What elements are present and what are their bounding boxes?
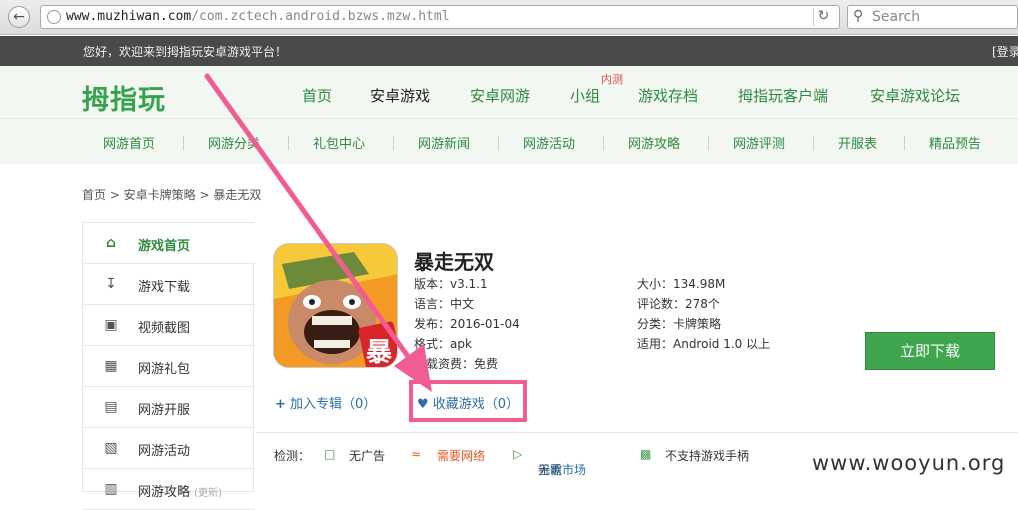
hot-badge: 内测 bbox=[601, 73, 623, 86]
site-logo[interactable]: 拇指玩 bbox=[82, 78, 166, 117]
browser-toolbar: ← www.muzhiwan.com/com.zctech.android.bz… bbox=[0, 0, 1018, 35]
sidebar-item-home[interactable]: ⌂ 游戏首页 bbox=[83, 223, 255, 264]
check-label: 检测： bbox=[274, 449, 311, 463]
play-icon: ▷ bbox=[513, 447, 523, 461]
game-fee: 下载资费：免费 bbox=[414, 357, 499, 371]
sidebar-item-download[interactable]: ↧ 游戏下载 bbox=[83, 264, 255, 305]
subnav-item[interactable]: 网游活动 bbox=[523, 133, 575, 152]
needs-network-text: 需要网络 bbox=[437, 449, 486, 463]
site-header: 拇指玩 首页 安卓游戏 安卓网游 小组 游戏存档 拇指玩客户端 安卓游戏论坛 bbox=[0, 66, 1018, 118]
watermark: www.wooyun.org bbox=[812, 451, 1006, 475]
url-text: www.muzhiwan.com/com.zctech.android.bzws… bbox=[66, 9, 450, 24]
google-market-link[interactable]: 谷歌市场 bbox=[538, 461, 586, 478]
game-format: 格式：apk bbox=[414, 337, 472, 351]
download-icon: ↧ bbox=[105, 276, 117, 292]
search-icon: ⚲ bbox=[853, 8, 864, 24]
nav-item-saves[interactable]: 游戏存档 bbox=[638, 85, 698, 106]
gamepad-icon: ▩ bbox=[640, 447, 652, 461]
image-icon: ▣ bbox=[104, 317, 118, 333]
game-size: 大小：134.98M bbox=[637, 277, 726, 291]
welcome-text: 您好，欢迎来到拇指玩安卓游戏平台！ bbox=[83, 45, 288, 59]
sidebar: ⌂ 游戏首页 ↧ 游戏下载 ▣ 视频截图 ▦ 网游礼包 ▤ 网游开服 ▧ 网游活… bbox=[82, 222, 255, 510]
calendar-icon: ▧ bbox=[104, 440, 118, 456]
no-ads-text: 无广告 bbox=[349, 449, 386, 463]
game-requirement: 适用：Android 1.0 以上 bbox=[637, 337, 771, 351]
subnav-item[interactable]: 网游新闻 bbox=[418, 133, 470, 152]
add-album-link[interactable]: + 加入专辑（0） bbox=[275, 393, 376, 412]
subnav-item[interactable]: 网游评测 bbox=[733, 133, 785, 152]
nav-item-home[interactable]: 首页 bbox=[302, 85, 332, 106]
back-icon[interactable]: ← bbox=[8, 6, 30, 28]
subnav-item[interactable]: 精品预告 bbox=[929, 133, 981, 152]
game-release-date: 发布：2016-01-04 bbox=[414, 317, 520, 331]
subnav-item[interactable]: 网游攻略 bbox=[628, 133, 680, 152]
nav-item-online-games[interactable]: 安卓网游 bbox=[470, 85, 530, 106]
nav-item-forum[interactable]: 安卓游戏论坛 bbox=[870, 85, 960, 106]
download-button[interactable]: 立即下载 bbox=[865, 332, 995, 370]
network-icon: ≈ bbox=[411, 447, 422, 461]
subnav-item[interactable]: 开服表 bbox=[838, 133, 877, 152]
nav-item-groups[interactable]: 小组 bbox=[570, 85, 600, 106]
subnav-item[interactable]: 礼包中心 bbox=[313, 133, 365, 152]
home-icon: ⌂ bbox=[105, 235, 117, 251]
sidebar-item-servers[interactable]: ▤ 网游开服 bbox=[83, 387, 255, 428]
subnav-item[interactable]: 网游首页 bbox=[103, 133, 155, 152]
sidebar-item-events[interactable]: ▧ 网游活动 bbox=[83, 428, 255, 469]
sidebar-item-gifts[interactable]: ▦ 网游礼包 bbox=[83, 346, 255, 387]
login-link[interactable]: [登录 bbox=[992, 43, 1018, 60]
game-review-count: 评论数：278个 bbox=[637, 297, 720, 311]
gift-icon: ▦ bbox=[104, 358, 118, 374]
sub-nav: 网游首页 网游分类 礼包中心 网游新闻 网游活动 网游攻略 网游评测 开服表 精… bbox=[0, 118, 1018, 164]
plus-icon: + bbox=[275, 397, 286, 412]
subnav-item[interactable]: 网游分类 bbox=[208, 133, 260, 152]
nav-item-android-games[interactable]: 安卓游戏 bbox=[370, 85, 430, 106]
game-language: 语言：中文 bbox=[414, 297, 475, 311]
game-icon-char: 暴 bbox=[366, 338, 393, 368]
no-gamepad-text: 不支持游戏手柄 bbox=[665, 449, 750, 463]
game-title: 暴走无双 bbox=[414, 250, 494, 274]
game-version: 版本：v3.1.1 bbox=[414, 277, 488, 291]
address-bar[interactable]: www.muzhiwan.com/com.zctech.android.bzws… bbox=[40, 5, 840, 29]
reload-icon[interactable]: ↻ bbox=[813, 8, 833, 26]
breadcrumb[interactable]: 首页 > 安卓卡牌策略 > 暴走无双 bbox=[82, 186, 261, 203]
favorite-highlight-box bbox=[409, 380, 527, 422]
nav-item-client[interactable]: 拇指玩客户端 bbox=[738, 85, 828, 106]
browser-search-input[interactable]: ⚲ Search bbox=[847, 5, 1018, 29]
game-category: 分类：卡牌策略 bbox=[637, 317, 722, 331]
game-icon: 暴 bbox=[273, 243, 398, 368]
no-ads-icon: □ bbox=[324, 447, 336, 461]
sidebar-item-screenshots[interactable]: ▣ 视频截图 bbox=[83, 305, 255, 346]
book-icon: ▥ bbox=[104, 481, 118, 497]
globe-icon bbox=[47, 10, 61, 24]
list-icon: ▤ bbox=[104, 399, 118, 415]
site-topbar: 您好，欢迎来到拇指玩安卓游戏平台！ [登录 bbox=[0, 36, 1018, 66]
